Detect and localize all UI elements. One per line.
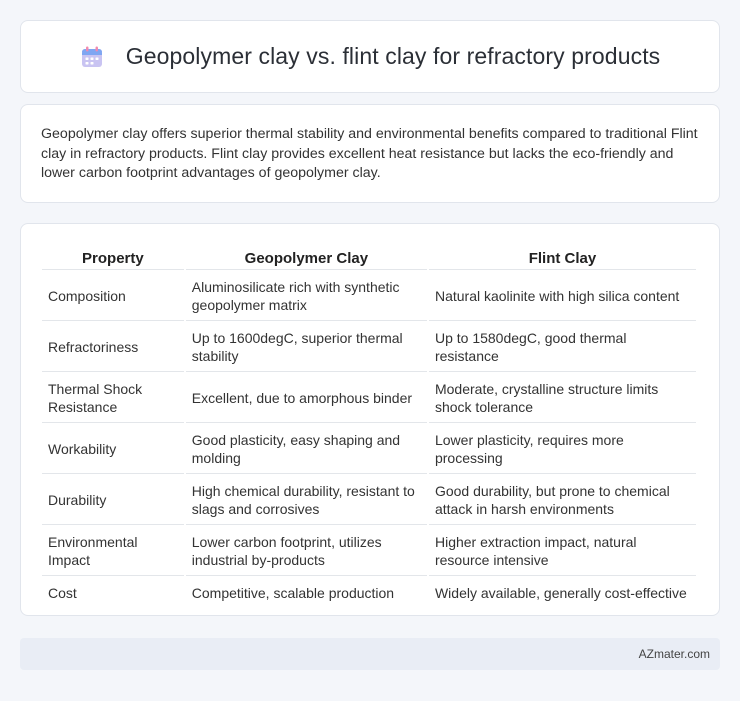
calendar-icon [80,45,104,69]
geopolymer-cell: Up to 1600degC, superior thermal stabili… [185,323,427,372]
column-header-flint-clay: Flint Clay [428,246,696,270]
table-row: Refractoriness Up to 1600degC, superior … [42,323,696,372]
page-title: Geopolymer clay vs. flint clay for refra… [125,43,661,69]
table-row: Durability High chemical durability, res… [42,476,696,525]
flint-cell: Good durability, but prone to chemical a… [428,476,696,525]
column-header-geopolymer-clay: Geopolymer Clay [185,246,427,270]
footer-brand[interactable]: AZmater.com [639,647,710,661]
property-cell: Cost [48,585,77,601]
property-cell: Thermal Shock Resistance [42,374,184,423]
table-row: Environmental Impact Lower carbon footpr… [42,527,696,576]
flint-cell: Natural kaolinite with high silica conte… [428,272,696,321]
flint-cell: Up to 1580degC, good thermal resistance [428,323,696,372]
table-row: Cost Competitive, scalable production Wi… [42,578,696,608]
footer-bar: AZmater.com [20,638,720,670]
flint-cell: Moderate, crystalline structure limits s… [428,374,696,423]
title-card: Geopolymer clay vs. flint clay for refra… [20,20,720,93]
table-row: Thermal Shock Resistance Excellent, due … [42,374,696,423]
geopolymer-cell: Excellent, due to amorphous binder [185,374,427,423]
comparison-table: Property Geopolymer Clay Flint Clay Comp… [40,244,698,610]
geopolymer-cell: Aluminosilicate rich with synthetic geop… [185,272,427,321]
geopolymer-cell: High chemical durability, resistant to s… [185,476,427,525]
property-cell: Durability [42,476,184,525]
flint-cell: Widely available, generally cost-effecti… [434,585,687,601]
property-cell: Environmental Impact [42,527,184,576]
flint-cell: Higher extraction impact, natural resour… [428,527,696,576]
intro-card: Geopolymer clay offers superior thermal … [20,104,720,203]
column-header-property: Property [42,246,184,270]
property-cell: Composition [42,272,184,321]
flint-cell: Lower plasticity, requires more processi… [428,425,696,474]
table-row: Composition Aluminosilicate rich with sy… [42,272,696,321]
comparison-card: Property Geopolymer Clay Flint Clay Comp… [20,223,720,616]
geopolymer-cell: Lower carbon footprint, utilizes industr… [185,527,427,576]
geopolymer-cell: Competitive, scalable production [191,585,395,601]
table-header-row: Property Geopolymer Clay Flint Clay [42,246,696,270]
intro-text: Geopolymer clay offers superior thermal … [41,126,698,181]
property-cell: Workability [42,425,184,474]
geopolymer-cell: Good plasticity, easy shaping and moldin… [185,425,427,474]
table-row: Workability Good plasticity, easy shapin… [42,425,696,474]
property-cell: Refractoriness [42,323,184,372]
